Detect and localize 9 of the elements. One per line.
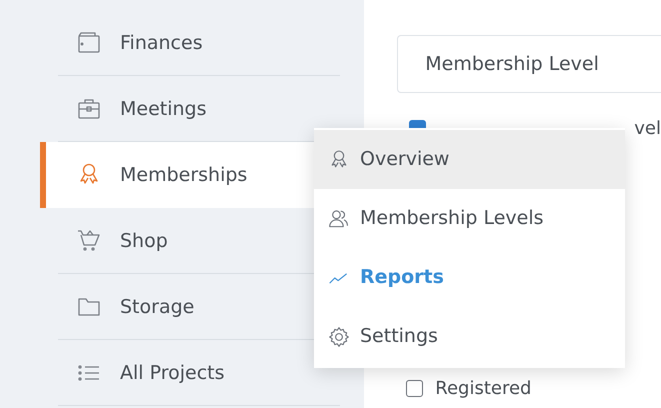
users-icon <box>328 208 350 230</box>
settings-icon <box>328 326 350 348</box>
sidebar-item[interactable]: Finances <box>40 10 340 76</box>
input-field[interactable]: Membership Level <box>397 35 661 93</box>
submenu-item[interactable]: Overview <box>314 130 625 189</box>
checkbox-label: Registered <box>435 377 532 401</box>
submenu-item[interactable]: Settings <box>314 307 625 366</box>
checkbox[interactable] <box>406 380 424 397</box>
checkbox-label: vel <box>634 117 661 141</box>
